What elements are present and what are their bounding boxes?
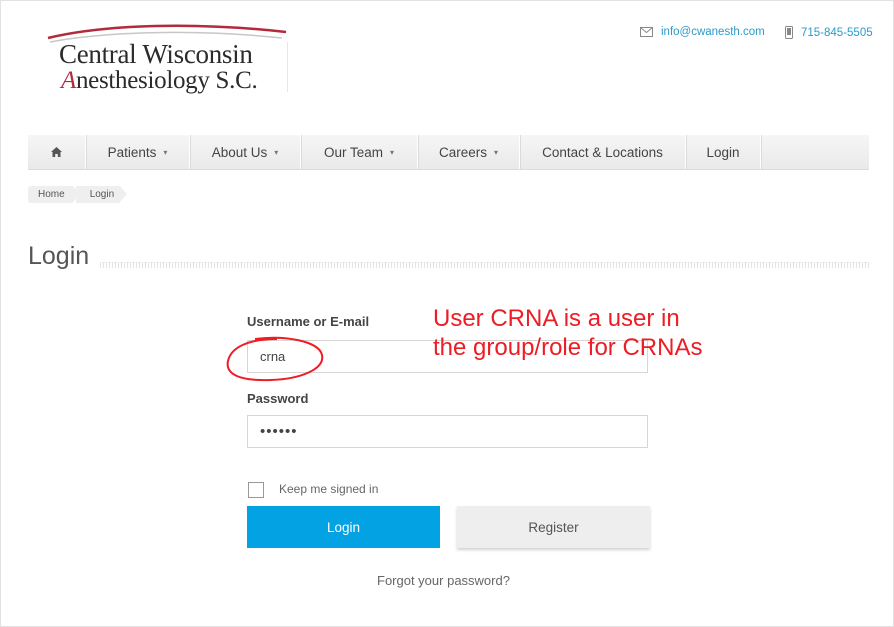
nav-team-label: Our Team [323,144,383,160]
keep-signed-in-checkbox[interactable] [248,482,264,498]
breadcrumb-home[interactable]: Home [28,186,80,203]
breadcrumb-current[interactable]: Login [75,186,128,203]
envelope-icon [640,27,653,37]
nav-patients[interactable]: Patients ▾ [86,135,190,169]
nav-about-us[interactable]: About Us ▾ [190,135,301,169]
username-label: Username or E-mail [247,314,370,329]
chevron-down-icon: ▾ [274,147,279,157]
forgot-password-link[interactable]: Forgot your password? [377,573,510,588]
keep-signed-in-label[interactable]: Keep me signed in [279,482,378,496]
password-input[interactable]: •••••• [247,415,648,448]
nav-about-label: About Us [211,144,268,160]
logo-line1: Central Wisconsin [59,39,253,69]
login-button[interactable]: Login [247,506,440,548]
chevron-down-icon: ▾ [390,147,395,157]
contact-email-text[interactable]: info@cwanesth.com [661,26,765,38]
logo-initial: A [61,67,76,94]
nav-contact-label: Contact & Locations [542,144,663,160]
logo-line2-rest: nesthesiology S.C. [75,67,258,94]
main-nav: Patients ▾ About Us ▾ Our Team ▾ Careers ▾ C… [28,135,869,170]
contact-phone-text[interactable]: 715-845-5505 [801,27,873,39]
logo-divider [287,42,288,92]
nav-patients-label: Patients [107,144,157,160]
nav-careers[interactable]: Careers ▾ [418,135,520,169]
password-label: Password [247,391,309,406]
title-divider [100,262,869,268]
nav-careers-label: Careers [438,144,487,160]
chevron-down-icon: ▾ [163,147,168,157]
chevron-down-icon: ▾ [494,147,499,157]
logo-line2: Anesthesiology S.C. [61,67,258,95]
home-icon [51,147,62,157]
contact-email[interactable]: info@cwanesth.com [640,26,765,38]
nav-contact-locations[interactable]: Contact & Locations [520,135,686,169]
mobile-phone-icon [785,26,793,39]
annotation-line1: User CRNA is a user in [433,305,680,332]
nav-home[interactable] [28,135,86,169]
annotation-text: User CRNA is a user in the group/role fo… [433,304,702,362]
nav-login-label: Login [706,144,740,160]
page-title: Login [28,242,90,270]
contact-phone[interactable]: 715-845-5505 [785,26,873,39]
breadcrumb: Home Login [28,186,128,203]
register-button[interactable]: Register [457,506,650,548]
site-logo[interactable]: Central Wisconsin Anesthesiology S.C. [46,22,290,94]
nav-login[interactable]: Login [686,135,761,169]
annotation-line2: the group/role for CRNAs [433,334,703,361]
nav-our-team[interactable]: Our Team ▾ [301,135,418,169]
annotation-circle [226,336,324,382]
